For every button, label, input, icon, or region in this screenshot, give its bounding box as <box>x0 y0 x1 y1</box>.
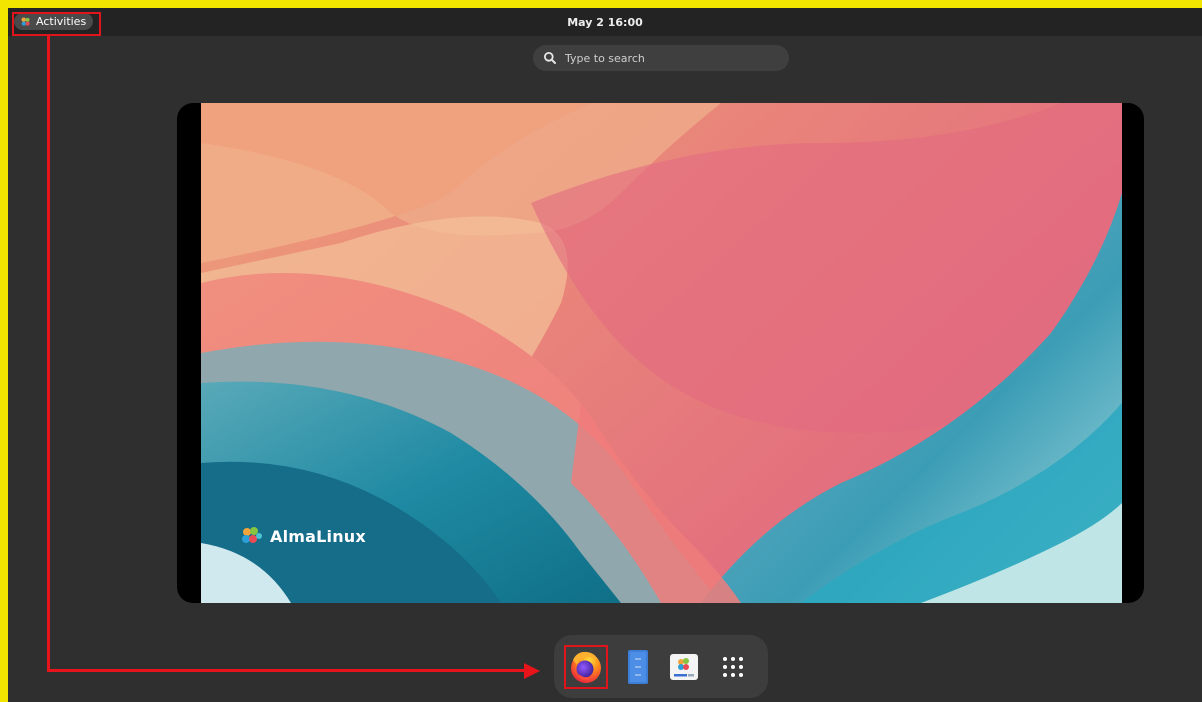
dash-dock <box>554 635 768 698</box>
app-grid-icon <box>723 657 743 677</box>
annotation-line-vertical <box>47 36 50 672</box>
activities-highlight-box <box>12 12 101 36</box>
files-icon <box>628 650 648 684</box>
annotation-line-horizontal <box>47 669 527 672</box>
dock-item-firefox[interactable] <box>564 645 608 689</box>
almalinux-brand-text: AlmaLinux <box>270 526 366 546</box>
almalinux-flower-icon <box>242 527 262 543</box>
dock-item-files[interactable] <box>616 645 660 689</box>
desktop-overview: Activities May 2 16:00 Type to search Al… <box>8 8 1202 702</box>
dock-item-software[interactable] <box>662 645 706 689</box>
show-apps-button[interactable] <box>711 645 755 689</box>
almalinux-logo: AlmaLinux <box>240 526 366 546</box>
software-center-icon <box>670 654 698 680</box>
workspace-thumbnail[interactable]: AlmaLinux <box>177 103 1144 603</box>
search-input[interactable] <box>565 51 765 65</box>
search-bar[interactable] <box>533 45 789 71</box>
search-icon <box>544 52 556 64</box>
top-bar: Activities May 2 16:00 <box>8 8 1202 36</box>
clock[interactable]: May 2 16:00 <box>8 16 1202 29</box>
firefox-icon <box>571 651 601 683</box>
annotation-arrow-icon <box>524 663 540 679</box>
